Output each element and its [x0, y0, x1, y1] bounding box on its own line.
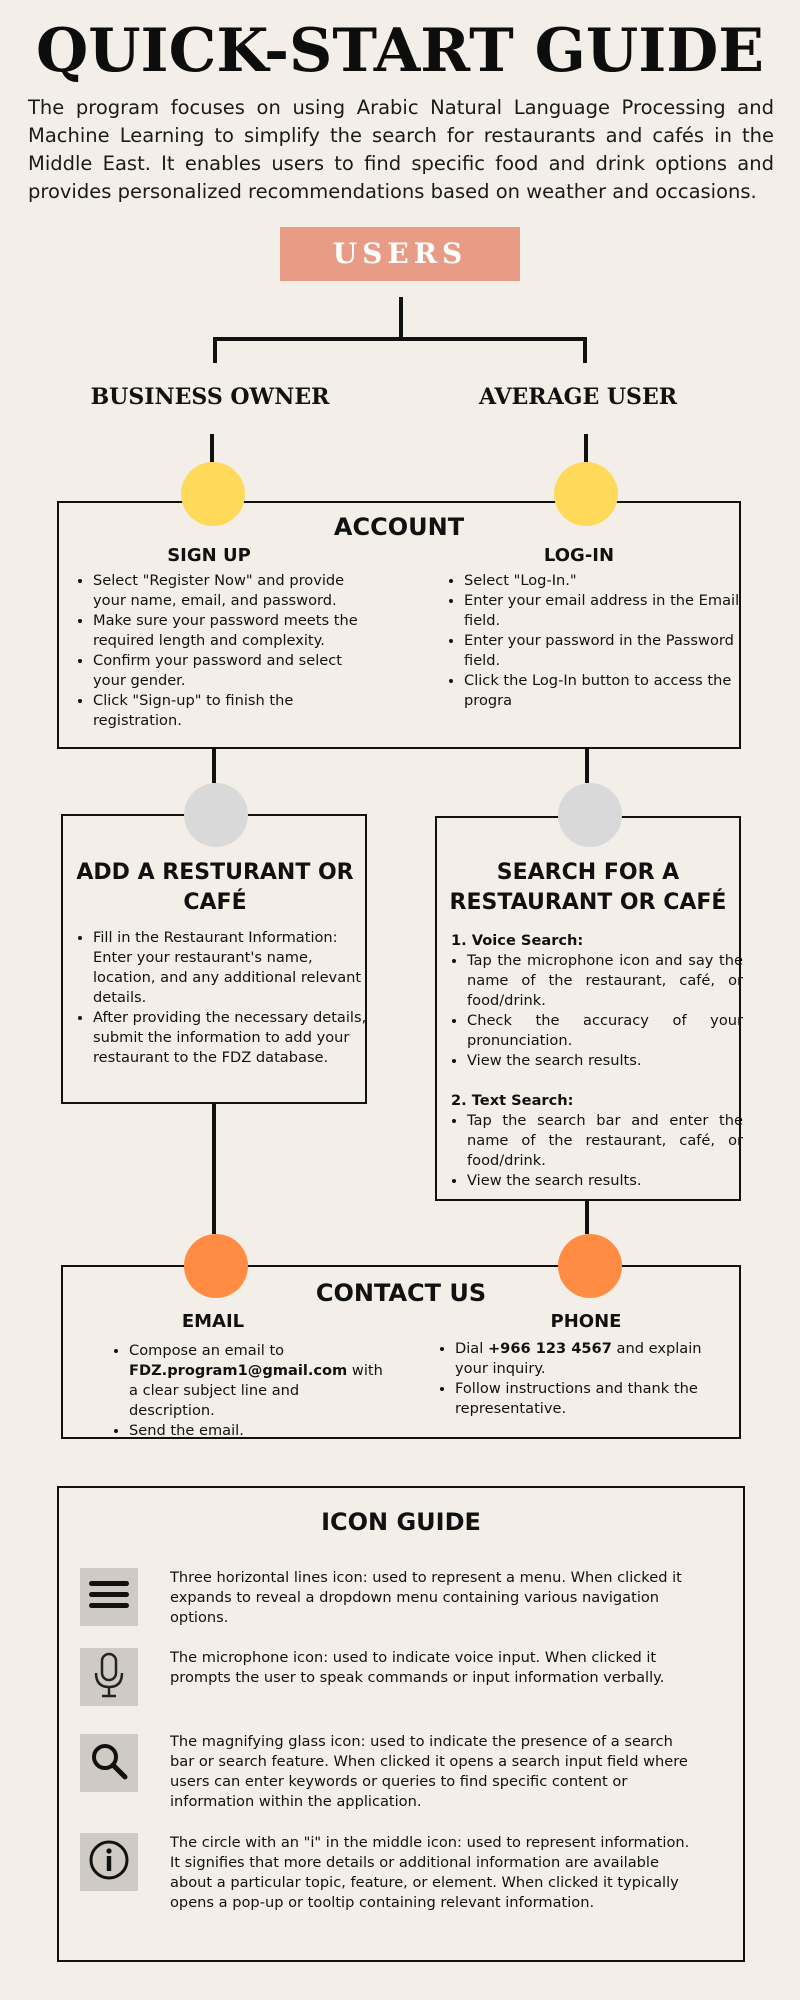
connector	[212, 749, 216, 783]
list-item: Dial +966 123 4567 and explain your inqu…	[455, 1339, 725, 1379]
menu-icon-tile	[80, 1568, 138, 1626]
account-box: ACCOUNT SIGN UP Select "Register Now" an…	[57, 501, 741, 749]
email-title: EMAIL	[181, 1311, 245, 1332]
contact-title: CONTACT US	[315, 1279, 487, 1307]
list-item: Select "Log-In."	[464, 571, 744, 591]
list-item: Tap the search bar and enter the name of…	[467, 1111, 743, 1171]
list-item: Enter your password in the Password fiel…	[464, 631, 744, 671]
list-item: Compose an email to FDZ.program1@gmail.c…	[129, 1341, 389, 1421]
connector	[399, 297, 403, 339]
voice-search-steps: Tap the microphone icon and say the name…	[445, 951, 743, 1071]
signup-title: SIGN UP	[167, 545, 251, 566]
email-address: FDZ.program1@gmail.com	[129, 1362, 348, 1379]
list-item: Click the Log-In button to access the pr…	[464, 671, 744, 711]
intro-paragraph: The program focuses on using Arabic Natu…	[28, 96, 774, 203]
icon-guide-title: ICON GUIDE	[321, 1508, 481, 1536]
add-restaurant-title: ADD A RESTURANT OR CAFÉ	[76, 860, 354, 915]
users-box: USERS	[280, 227, 520, 281]
list-item: Make sure your password meets the requir…	[93, 611, 378, 651]
connector	[212, 1104, 216, 1234]
search-icon-tile	[80, 1734, 138, 1792]
menu-icon-description: Three horizontal lines icon: used to rep…	[170, 1569, 682, 1626]
orange-node	[558, 1234, 622, 1298]
list-item: Send the email.	[129, 1421, 389, 1441]
list-item: Click "Sign-up" to finish the registrati…	[93, 691, 378, 731]
page-title: QUICK-START GUIDE	[35, 16, 765, 86]
phone-title: PHONE	[550, 1311, 622, 1332]
gray-node	[184, 783, 248, 847]
info-icon	[87, 1838, 131, 1886]
list-item: Confirm your password and select your ge…	[93, 651, 378, 691]
phone-steps: Dial +966 123 4567 and explain your inqu…	[433, 1339, 725, 1419]
text-search-title: 2. Text Search:	[451, 1092, 574, 1109]
list-item: View the search results.	[467, 1051, 743, 1071]
list-item: Fill in the Restaurant Information: Ente…	[93, 928, 375, 1008]
email-step-text: Compose an email to	[129, 1342, 285, 1359]
role-average-user: AVERAGE USER	[479, 384, 677, 410]
connector	[585, 1201, 589, 1234]
menu-icon	[87, 1577, 131, 1617]
search-box: SEARCH FOR A RESTAURANT OR CAFÉ 1. Voice…	[435, 816, 743, 1201]
microphone-icon-tile	[80, 1648, 138, 1706]
login-title: LOG-IN	[543, 545, 615, 566]
info-icon-tile	[80, 1833, 138, 1891]
login-steps: Select "Log-In." Enter your email addres…	[442, 571, 744, 711]
contact-box: CONTACT US EMAIL Compose an email to FDZ…	[61, 1265, 741, 1439]
list-item: Enter your email address in the Email fi…	[464, 591, 744, 631]
gray-node	[558, 783, 622, 847]
connector	[584, 434, 588, 464]
connector	[210, 434, 214, 464]
list-item: After providing the necessary details, s…	[93, 1008, 375, 1068]
list-item: Tap the microphone icon and say the name…	[467, 951, 743, 1011]
connector	[213, 337, 587, 341]
list-item: View the search results.	[467, 1171, 743, 1191]
connector	[213, 337, 217, 363]
yellow-node	[554, 462, 618, 526]
list-item: Check the accuracy of your pronunciation…	[467, 1011, 743, 1051]
list-item: Follow instructions and thank the repres…	[455, 1379, 725, 1419]
phone-number: +966 123 4567	[487, 1340, 612, 1357]
yellow-node	[181, 462, 245, 526]
email-steps: Compose an email to FDZ.program1@gmail.c…	[107, 1341, 389, 1441]
search-icon	[88, 1740, 130, 1786]
signup-steps: Select "Register Now" and provide your n…	[71, 571, 378, 731]
add-restaurant-steps: Fill in the Restaurant Information: Ente…	[71, 928, 375, 1068]
connector	[583, 337, 587, 363]
add-restaurant-box: ADD A RESTURANT OR CAFÉ Fill in the Rest…	[61, 814, 367, 1104]
connector	[585, 749, 589, 783]
search-title: SEARCH FOR A RESTAURANT OR CAFÉ	[449, 860, 727, 915]
voice-search-title: 1. Voice Search:	[451, 932, 584, 949]
text-search-steps: Tap the search bar and enter the name of…	[445, 1111, 743, 1191]
orange-node	[184, 1234, 248, 1298]
account-title: ACCOUNT	[333, 513, 465, 541]
phone-step-text: Dial	[455, 1340, 488, 1357]
info-icon-description: The circle with an "i" in the middle ico…	[170, 1834, 690, 1911]
microphone-icon	[91, 1651, 127, 1703]
role-business-owner: BUSINESS OWNER	[90, 384, 330, 410]
microphone-icon-description: The microphone icon: used to indicate vo…	[170, 1649, 665, 1686]
list-item: Select "Register Now" and provide your n…	[93, 571, 378, 611]
search-icon-description: The magnifying glass icon: used to indic…	[170, 1733, 688, 1810]
